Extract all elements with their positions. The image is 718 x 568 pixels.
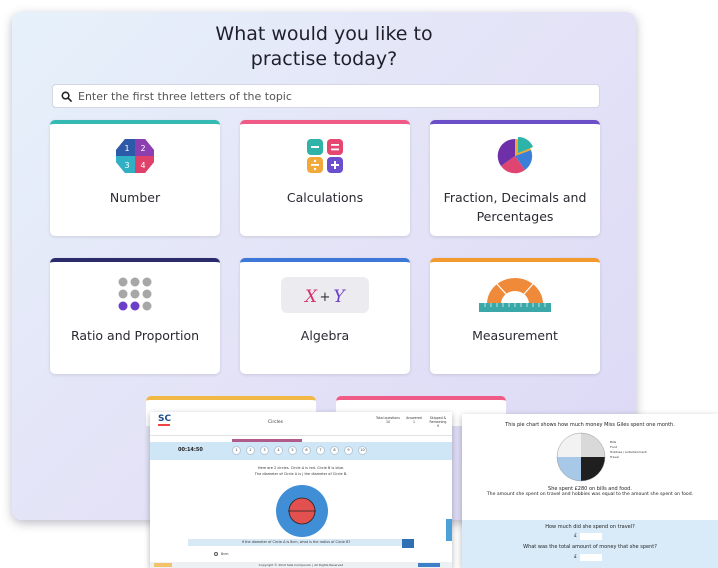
question-number-button[interactable]: 5 [288,446,297,455]
page-title-line-2: practise today? [250,48,398,70]
question-text: If the diameter of Circle A is 8cm, what… [188,539,404,546]
topic-card-algebra[interactable]: X + Y Algebra [240,258,410,374]
question-2: What was the total amount of money that … [523,544,657,550]
submit-button[interactable] [402,539,414,548]
search-input[interactable] [78,89,599,103]
topic-label: Calculations [286,190,364,205]
question-number-button[interactable]: 4 [274,446,283,455]
side-tab[interactable] [446,519,452,541]
next-button[interactable] [418,563,440,567]
topic-card-measurement[interactable]: Measurement [430,258,600,374]
topic-card-number[interactable]: 1 2 3 4 Number [50,120,220,236]
radio-button[interactable] [214,552,218,556]
question-number-button[interactable]: 9 [344,446,353,455]
calculator-operations-icon [307,139,343,173]
topic-card-calculations[interactable]: Calculations [240,120,410,236]
answer-input-1[interactable] [579,533,602,540]
pie-legend: Bills Food Hobbies / entertainment Trave… [610,440,647,459]
question-intro: The diameter of Circle A is | the diamet… [254,472,348,476]
topic-label: Measurement [472,328,558,343]
pie-chart-figure [556,432,606,482]
svg-text:X: X [303,287,318,307]
search-icon [61,91,72,102]
page-title: What would you like to practise today? [12,22,636,72]
question-number-button[interactable]: 8 [330,446,339,455]
stat-answered: Answered 1 [406,416,422,424]
svg-text:3: 3 [124,161,129,170]
svg-text:1: 1 [124,144,129,153]
numbers-icon: 1 2 3 4 [116,139,154,173]
question-number-button[interactable]: 6 [302,446,311,455]
pie-question-preview-screenshot: This pie chart shows how much money Miss… [462,414,718,568]
answer-row-1: £ [574,533,602,540]
svg-text:4: 4 [140,161,145,170]
logo: SC [158,414,172,426]
question-1: How much did she spend on travel? [545,524,635,530]
page-title-line-1: What would you like to [215,23,433,45]
quiz-topic: Circles [268,420,283,425]
question-intro: Here are 2 circles. Circle A is red. Cir… [257,466,345,470]
protractor-ruler-icon [479,278,551,312]
topic-card-fractions[interactable]: Fraction, Decimals and Percentages [430,120,600,236]
timer: 00:14:50 [178,447,203,453]
circles-diagram [276,485,328,537]
quiz-preview-screenshot: SC Circles Total questions 10 Answered 1 S… [150,412,452,568]
question-number-button[interactable]: 2 [246,446,255,455]
svg-text:2: 2 [140,144,145,153]
search-bar[interactable] [52,84,600,108]
statement-2: The amount she spent on travel and hobbi… [486,492,694,497]
algebra-x-plus-y-icon: X + Y [281,277,369,313]
dots-ratio-icon [118,277,152,311]
answer-row-2: £ [574,554,602,561]
topic-label: Ratio and Proportion [70,328,200,343]
topic-card-ratio[interactable]: Ratio and Proportion [50,258,220,374]
question-number-button[interactable]: 10 [358,446,367,455]
topic-label: Algebra [300,328,350,343]
svg-text:Y: Y [333,287,346,307]
pie-prompt: This pie chart shows how much money Miss… [505,422,675,428]
answer-option[interactable]: 8cm [214,552,229,556]
stat-remaining: Skipped & Remaining 9 [429,416,447,428]
question-number-button[interactable]: 1 [232,446,241,455]
question-number-button[interactable]: 3 [260,446,269,455]
topic-label: Number [109,190,161,205]
previous-button[interactable] [154,563,172,567]
quiz-header: SC Circles Total questions 10 Answered 1 S… [150,412,452,436]
quiz-footer: Copyright © 2019 Sats Companion | All Ri… [150,562,452,568]
screen: What would you like to practise today? 1… [0,0,718,568]
answer-input-2[interactable] [579,554,602,561]
pie-chart-icon [497,136,533,174]
question-number-button[interactable]: 7 [316,446,325,455]
stat-total: Total questions 10 [376,416,400,424]
topic-label: Fraction, Decimals and Percentages [443,190,587,224]
svg-text:+: + [320,290,331,305]
